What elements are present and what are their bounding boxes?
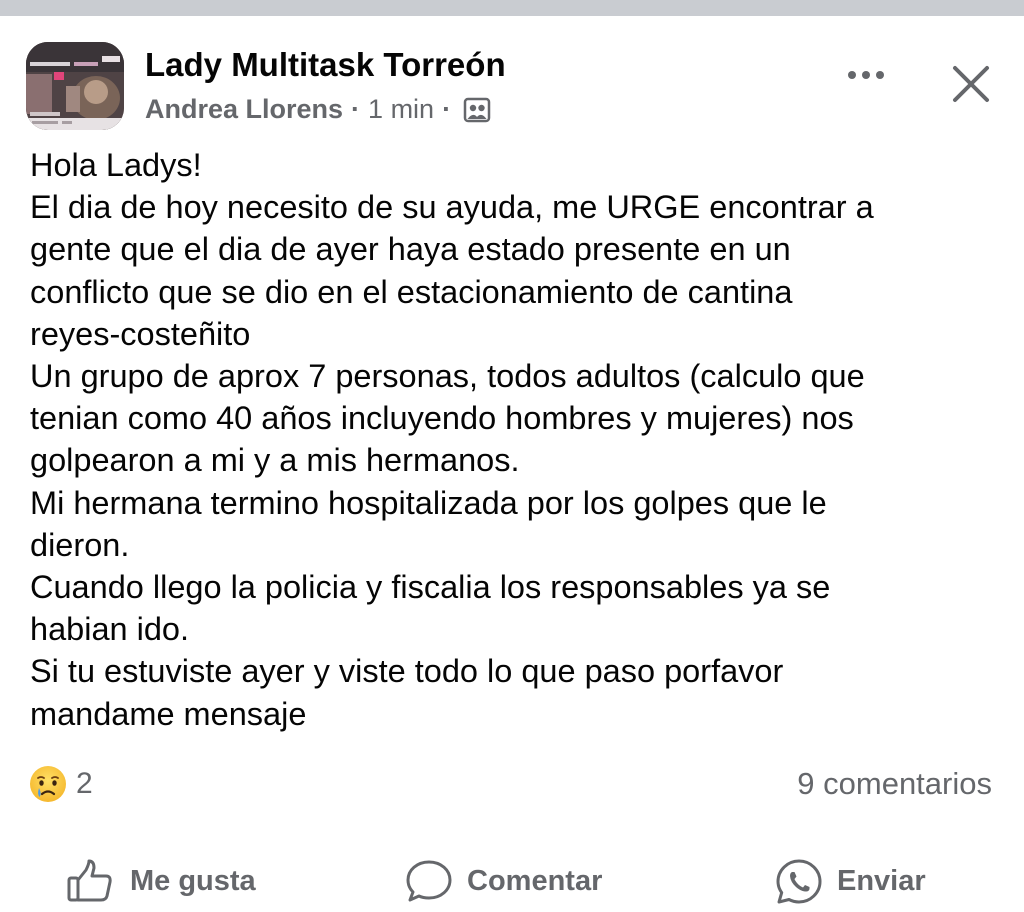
- send-button[interactable]: Enviar: [775, 858, 926, 904]
- sad-reaction-icon: [30, 766, 66, 802]
- like-button[interactable]: Me gusta: [66, 858, 256, 904]
- post-actions: Me gusta Comentar Enviar: [0, 854, 1024, 912]
- group-audience-icon: [463, 97, 491, 123]
- top-divider: [0, 0, 1024, 16]
- post-body-line: Hola Ladys!: [30, 147, 202, 183]
- comment-label: Comentar: [467, 864, 603, 897]
- group-avatar-image: [26, 42, 124, 130]
- post-body-line: tenian como 40 años incluyendo hombres y…: [30, 400, 854, 437]
- comments-count[interactable]: 9 comentarios: [797, 766, 992, 802]
- send-label: Enviar: [837, 864, 926, 897]
- post-meta: Andrea Llorens · 1 min ·: [145, 94, 491, 125]
- post-time[interactable]: 1 min: [368, 94, 434, 125]
- post-body-line: habian ido.: [30, 611, 190, 648]
- post-card: Lady Multitask Torreón Andrea Llorens · …: [0, 16, 1024, 904]
- post-body-line: Si tu estuviste ayer y viste todo lo que…: [30, 653, 784, 690]
- post-body-line: El dia de hoy necesito de su ayuda, me U…: [30, 189, 874, 226]
- post-body-line: dieron.: [30, 526, 130, 563]
- post-body-line: mandame mensaje: [30, 695, 307, 732]
- post-body-line: golpearon a mi y a mis hermanos.: [30, 442, 520, 479]
- reactions-summary[interactable]: 2: [28, 764, 93, 804]
- post-body-line: Un grupo de aprox 7 personas, todos adul…: [30, 358, 865, 395]
- whatsapp-icon: [776, 859, 822, 904]
- comment-bubble-icon: [406, 860, 452, 902]
- post-body-line: conflicto que se dio en el estacionamien…: [30, 273, 793, 310]
- post-body: Hola Ladys! El dia de hoy necesito de su…: [30, 144, 1005, 735]
- post-header: Lady Multitask Torreón Andrea Llorens · …: [26, 42, 1006, 134]
- close-icon[interactable]: [951, 64, 991, 104]
- thumbs-up-icon: [67, 859, 112, 902]
- comment-button[interactable]: Comentar: [405, 858, 602, 904]
- more-horizontal-icon[interactable]: [844, 60, 888, 90]
- reaction-count: 2: [76, 767, 93, 800]
- like-label: Me gusta: [130, 864, 256, 897]
- meta-separator-2: ·: [442, 94, 452, 124]
- post-body-line: reyes-costeñito: [30, 315, 251, 352]
- meta-separator: ·: [351, 94, 361, 124]
- group-avatar[interactable]: [26, 42, 124, 130]
- post-body-line: Cuando llego la policia y fiscalia los r…: [30, 569, 831, 606]
- post-body-line: gente que el dia de ayer haya estado pre…: [30, 231, 791, 268]
- author-name[interactable]: Andrea Llorens: [145, 94, 343, 125]
- post-body-line: Mi hermana termino hospitalizada por los…: [30, 484, 827, 521]
- group-name[interactable]: Lady Multitask Torreón: [145, 46, 506, 84]
